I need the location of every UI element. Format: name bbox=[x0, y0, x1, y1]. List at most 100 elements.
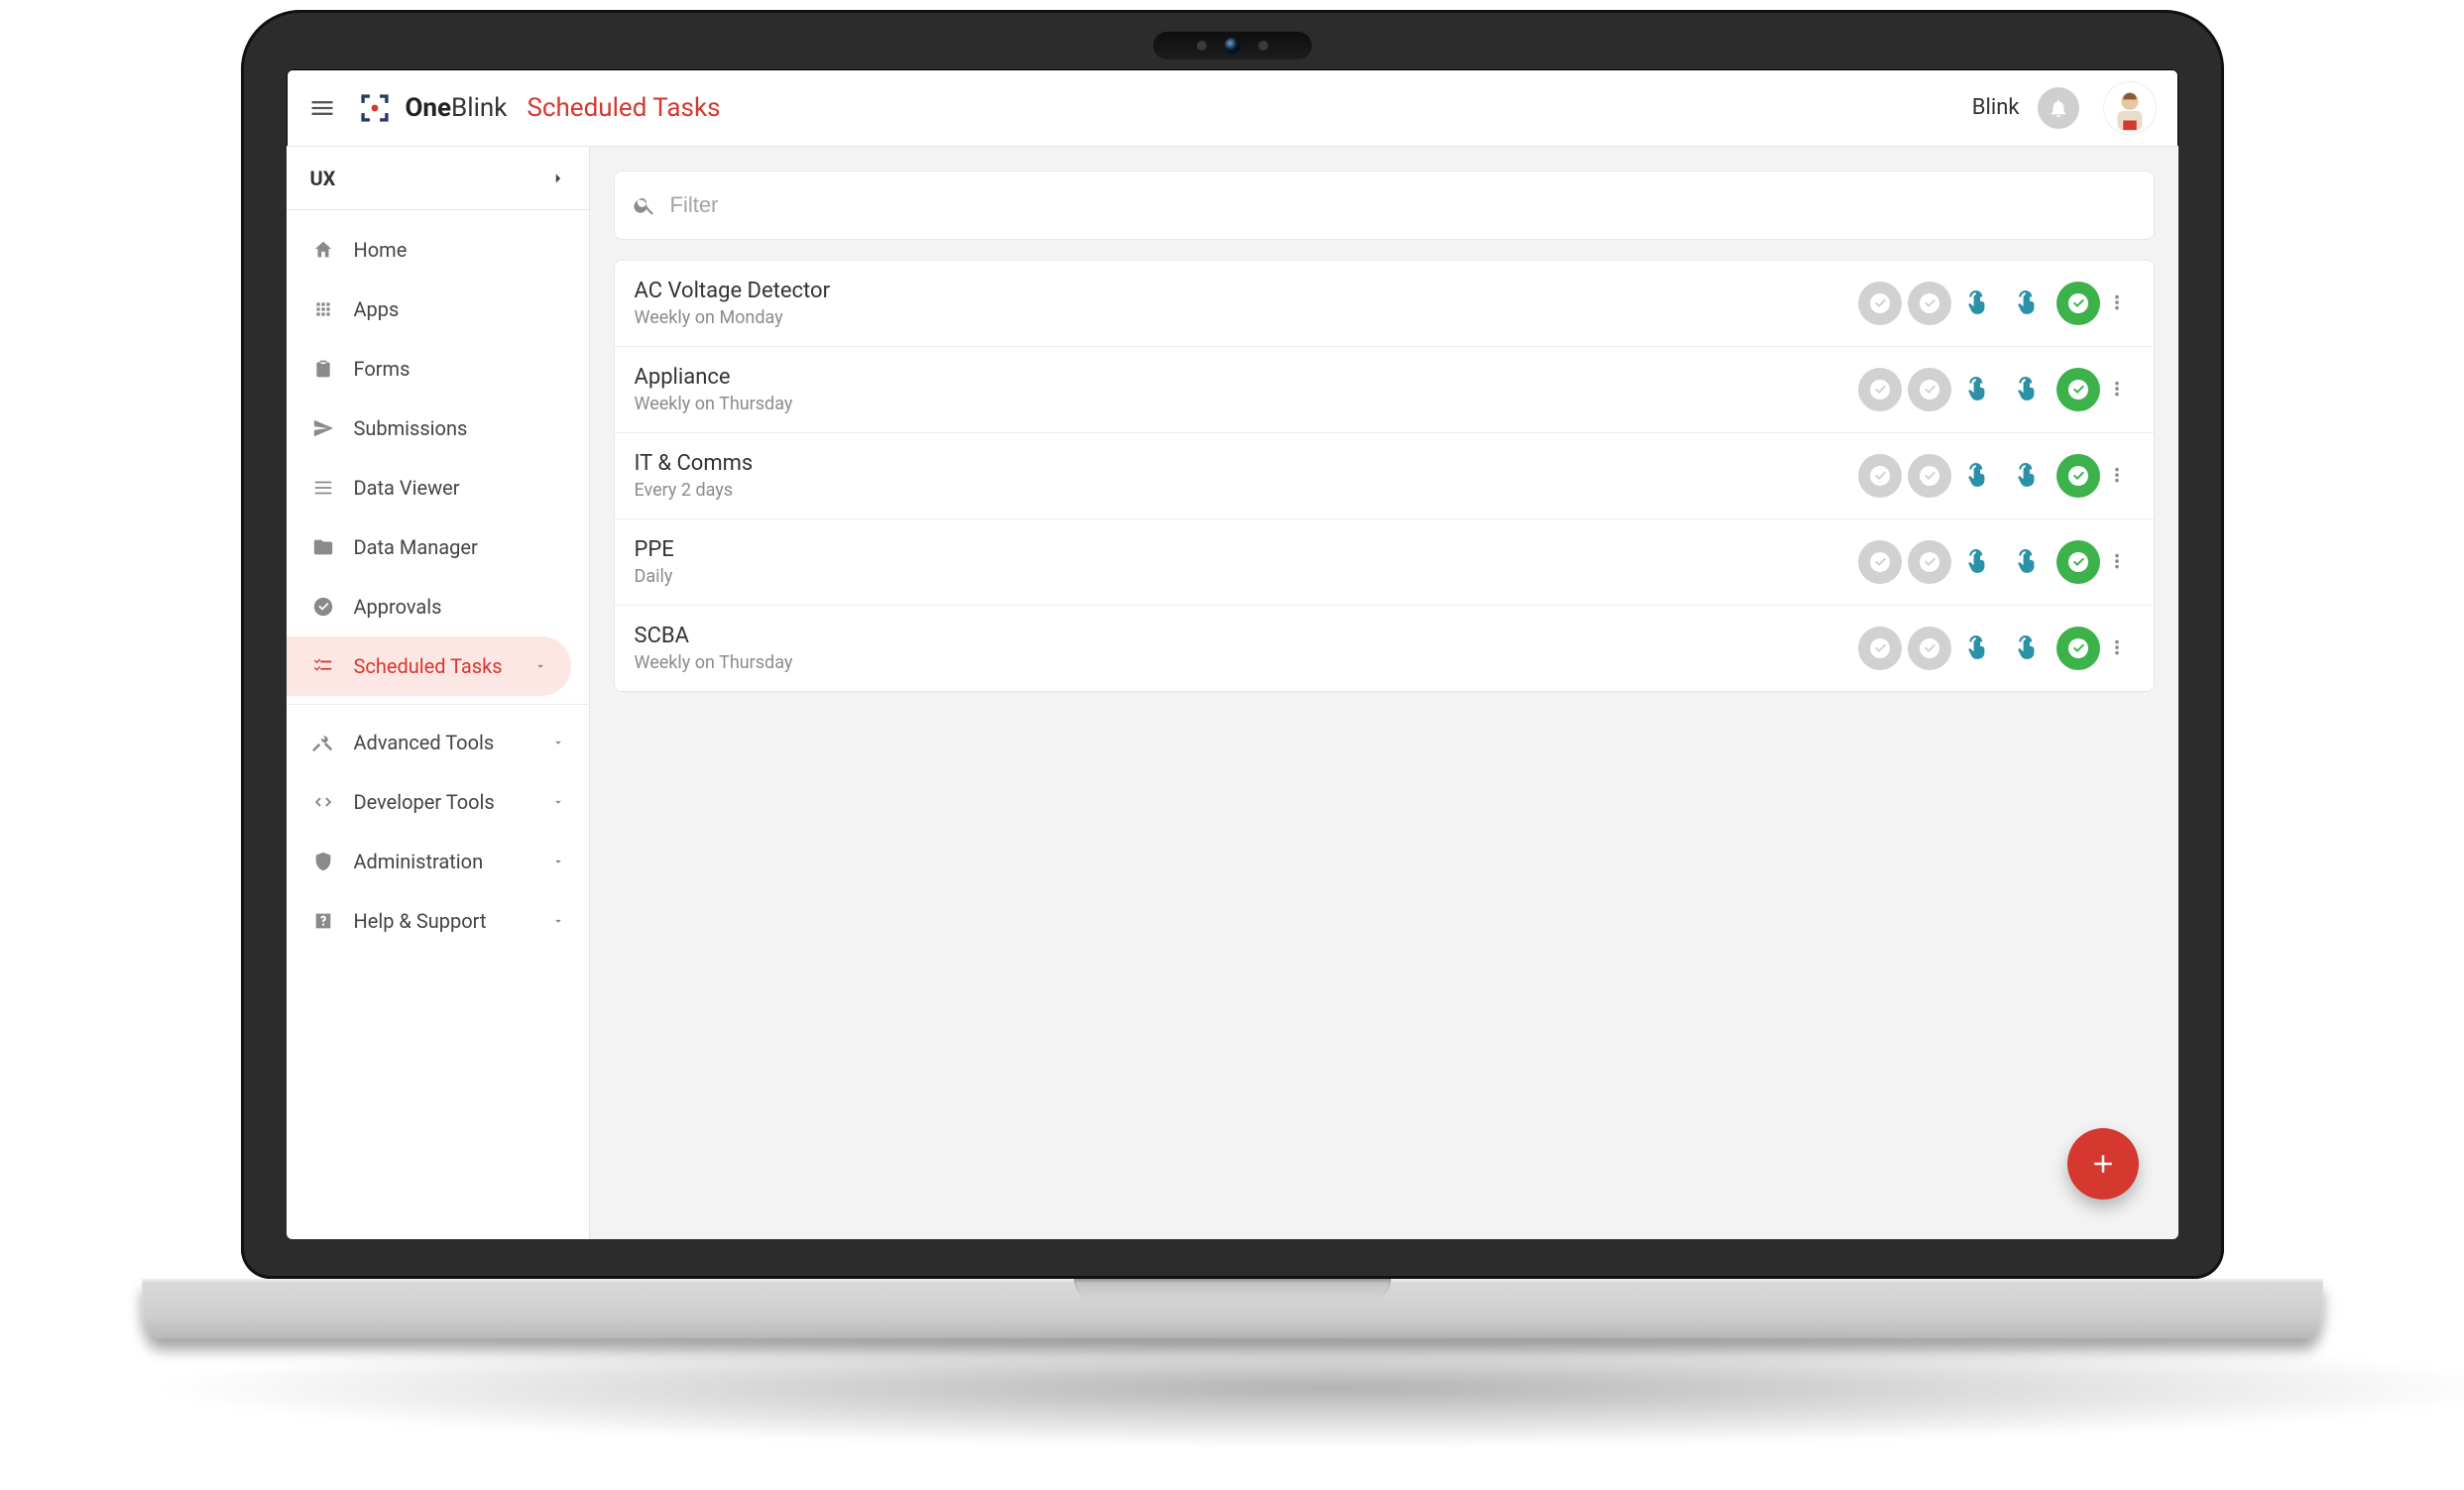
sidebar-item-label: Apps bbox=[354, 297, 400, 321]
action-chip-1[interactable] bbox=[1957, 540, 2001, 584]
hamburger-icon bbox=[308, 94, 336, 122]
chevron-down-icon bbox=[551, 795, 565, 809]
row-menu-button[interactable] bbox=[2106, 292, 2134, 314]
sidebar-item-data-viewer[interactable]: Data Viewer bbox=[287, 458, 589, 517]
task-schedule: Weekly on Monday bbox=[635, 307, 1858, 328]
status-chip-1[interactable] bbox=[1858, 627, 1902, 670]
status-chip-1[interactable] bbox=[1858, 540, 1902, 584]
task-schedule: Weekly on Thursday bbox=[635, 394, 1858, 414]
status-chip-2[interactable] bbox=[1908, 282, 1951, 325]
status-chip-1[interactable] bbox=[1858, 368, 1902, 411]
add-task-button[interactable] bbox=[2067, 1128, 2139, 1200]
sidebar-group-help-support[interactable]: Help & Support bbox=[287, 891, 589, 951]
plus-icon bbox=[2088, 1149, 2118, 1179]
action-chip-2[interactable] bbox=[2007, 368, 2051, 411]
check-circle-icon bbox=[310, 596, 336, 618]
action-chip-2[interactable] bbox=[2007, 282, 2051, 325]
complete-chip[interactable] bbox=[2056, 368, 2100, 411]
laptop-camera bbox=[1153, 32, 1312, 59]
sidebar-item-label: Submissions bbox=[354, 416, 468, 440]
divider bbox=[287, 704, 589, 705]
filter-card bbox=[614, 171, 2155, 240]
sidebar-group-advanced-tools[interactable]: Advanced Tools bbox=[287, 713, 589, 772]
action-chip-1[interactable] bbox=[1957, 627, 2001, 670]
chevron-down-icon bbox=[551, 914, 565, 928]
action-chip-1[interactable] bbox=[1957, 454, 2001, 498]
sidebar-item-label: Data Manager bbox=[354, 535, 478, 559]
sidebar-item-label: Scheduled Tasks bbox=[354, 654, 503, 678]
checklist-icon bbox=[310, 655, 336, 677]
complete-chip[interactable] bbox=[2056, 282, 2100, 325]
action-chip-2[interactable] bbox=[2007, 540, 2051, 584]
workspace-switcher[interactable]: UX bbox=[287, 147, 589, 210]
sidebar-group-developer-tools[interactable]: Developer Tools bbox=[287, 772, 589, 832]
sidebar-item-label: Data Viewer bbox=[354, 476, 460, 500]
send-icon bbox=[310, 417, 336, 439]
action-chip-1[interactable] bbox=[1957, 368, 2001, 411]
sidebar-item-label: Administration bbox=[354, 850, 484, 873]
brand-logo bbox=[358, 91, 392, 125]
user-label[interactable]: Blink bbox=[1972, 95, 2020, 120]
sidebar-item-approvals[interactable]: Approvals bbox=[287, 577, 589, 636]
task-title: PPE bbox=[635, 537, 1858, 562]
notifications-button[interactable] bbox=[2038, 87, 2079, 129]
task-title: Appliance bbox=[635, 365, 1858, 390]
status-chip-1[interactable] bbox=[1858, 282, 1902, 325]
sidebar-item-home[interactable]: Home bbox=[287, 220, 589, 280]
chevron-down-icon bbox=[551, 855, 565, 868]
topbar: OneBlink Scheduled Tasks Blink bbox=[287, 69, 2178, 147]
sidebar-item-label: Home bbox=[354, 238, 408, 262]
status-chip-1[interactable] bbox=[1858, 454, 1902, 498]
sidebar-item-data-manager[interactable]: Data Manager bbox=[287, 517, 589, 577]
sidebar-item-label: Forms bbox=[354, 357, 411, 381]
sidebar-item-submissions[interactable]: Submissions bbox=[287, 399, 589, 458]
clipboard-icon bbox=[310, 358, 336, 380]
action-chip-1[interactable] bbox=[1957, 282, 2001, 325]
chevron-down-icon bbox=[533, 659, 547, 673]
list-icon bbox=[310, 477, 336, 499]
row-menu-button[interactable] bbox=[2106, 379, 2134, 401]
bell-icon bbox=[2048, 97, 2069, 119]
action-chip-2[interactable] bbox=[2007, 627, 2051, 670]
main-content: AC Voltage Detector Weekly on Monday Appli… bbox=[590, 147, 2178, 1239]
sidebar: UX Home bbox=[287, 147, 590, 1239]
task-title: IT & Comms bbox=[635, 451, 1858, 476]
sidebar-item-apps[interactable]: Apps bbox=[287, 280, 589, 339]
row-menu-button[interactable] bbox=[2106, 551, 2134, 573]
help-icon bbox=[310, 910, 336, 932]
task-title: AC Voltage Detector bbox=[635, 279, 1858, 303]
task-row[interactable]: AC Voltage Detector Weekly on Monday bbox=[615, 261, 2154, 347]
task-row[interactable]: IT & CommsEvery 2 days bbox=[615, 433, 2154, 519]
task-schedule: Weekly on Thursday bbox=[635, 652, 1858, 673]
sidebar-item-forms[interactable]: Forms bbox=[287, 339, 589, 399]
sidebar-item-label: Approvals bbox=[354, 595, 442, 619]
row-menu-button[interactable] bbox=[2106, 465, 2134, 487]
task-title: SCBA bbox=[635, 624, 1858, 648]
status-chip-2[interactable] bbox=[1908, 627, 1951, 670]
sidebar-group-administration[interactable]: Administration bbox=[287, 832, 589, 891]
task-schedule: Daily bbox=[635, 566, 1858, 587]
sidebar-item-scheduled-tasks[interactable]: Scheduled Tasks bbox=[287, 636, 571, 696]
complete-chip[interactable] bbox=[2056, 454, 2100, 498]
status-chip-2[interactable] bbox=[1908, 368, 1951, 411]
status-chip-2[interactable] bbox=[1908, 540, 1951, 584]
sidebar-item-label: Advanced Tools bbox=[354, 731, 495, 754]
task-row[interactable]: PPE Daily bbox=[615, 519, 2154, 606]
user-avatar[interactable] bbox=[2103, 81, 2157, 135]
complete-chip[interactable] bbox=[2056, 627, 2100, 670]
status-chip-2[interactable] bbox=[1908, 454, 1951, 498]
task-row[interactable]: Appliance Weekly on Thursday bbox=[615, 347, 2154, 433]
row-menu-button[interactable] bbox=[2106, 637, 2134, 659]
folder-icon bbox=[310, 536, 336, 558]
search-icon bbox=[633, 193, 656, 217]
filter-input[interactable] bbox=[670, 192, 2136, 218]
action-chip-2[interactable] bbox=[2007, 454, 2051, 498]
complete-chip[interactable] bbox=[2056, 540, 2100, 584]
menu-button[interactable] bbox=[300, 86, 344, 130]
page-title: Scheduled Tasks bbox=[527, 93, 720, 123]
task-row[interactable]: SCBA Weekly on Thursday bbox=[615, 606, 2154, 691]
home-icon bbox=[310, 239, 336, 261]
chevron-right-icon bbox=[549, 170, 567, 187]
workspace-name: UX bbox=[310, 167, 336, 190]
sidebar-item-label: Help & Support bbox=[354, 909, 487, 933]
